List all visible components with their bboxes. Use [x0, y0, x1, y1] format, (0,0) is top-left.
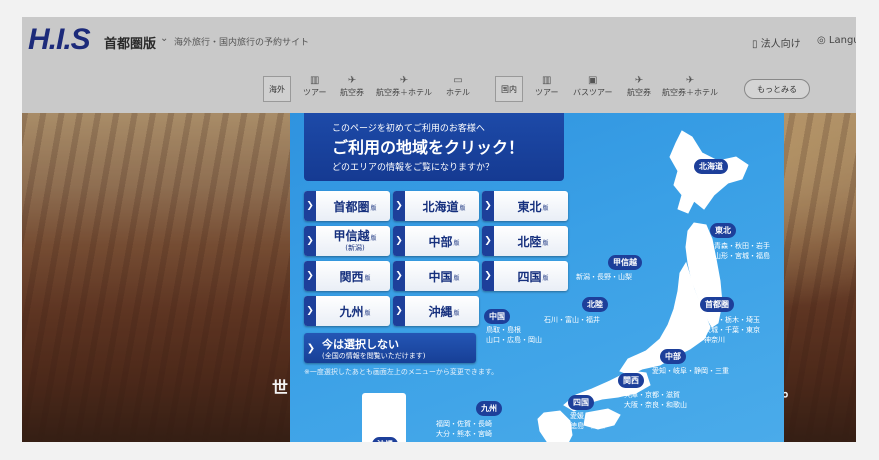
map-prefs-kyushu: 福岡・佐賀・長崎 大分・熊本・宮崎 [436, 420, 492, 438]
hero-caption-right: 。 [782, 381, 799, 400]
modal-title: ご利用の地域をクリック！ [332, 138, 525, 157]
okinawa-inset [362, 393, 406, 442]
change-note: ※一度選択したあとも画面左上のメニューから変更できます。 [304, 368, 499, 376]
site-tagline: 海外旅行・国内旅行の予約サイト [174, 38, 310, 48]
region-button-chubu[interactable]: ❯ 中部版 [393, 226, 479, 256]
language-link[interactable]: ◎ Langu [817, 35, 856, 46]
bus-icon: ▣ [588, 75, 598, 86]
modal-intro: このページを初めてご利用のお客様へ [332, 124, 485, 134]
chevron-right-icon: ❯ [304, 191, 316, 221]
region-button-okinawa[interactable]: ❯ 沖縄版 [393, 296, 479, 326]
chevron-right-icon: ❯ [482, 226, 494, 256]
skip-selection-button[interactable]: ❯ 今は選択しない (全国の情報を閲覧いただけます) [304, 333, 476, 363]
map-tag-hokuriku[interactable]: 北陸 [582, 297, 608, 312]
map-prefs-koshinetsu: 新潟・長野・山梨 [576, 273, 632, 281]
map-prefs-kansai: 兵庫・京都・滋賀 大阪・奈良・和歌山 [624, 391, 687, 409]
map-prefs-hokuriku: 石川・富山・福井 [544, 316, 600, 324]
plane-hotel-icon: ✈ [399, 75, 409, 86]
chevron-down-icon[interactable]: ⌄ [160, 33, 168, 44]
map-kyushu [537, 410, 573, 442]
globe-icon: ◎ [817, 35, 829, 46]
plane-icon: ✈ [634, 75, 644, 86]
chevron-right-icon: ❯ [393, 191, 405, 221]
map-tag-koshinetsu[interactable]: 甲信越 [608, 255, 642, 270]
nav-domestic-tour[interactable]: ▥ ツアー [535, 75, 559, 98]
map-tag-tohoku[interactable]: 東北 [710, 223, 736, 238]
region-selector[interactable]: 首都圏版 [104, 33, 156, 52]
browser-viewport: H.I.S 首都圏版 ⌄ 海外旅行・国内旅行の予約サイト ▯ 法人向け ◎ La… [22, 17, 856, 442]
region-select-modal: このページを初めてご利用のお客様へ ご利用の地域をクリック！ どのエリアの情報を… [290, 113, 784, 442]
chevron-right-icon: ❯ [304, 296, 316, 326]
nav-overseas-hotel[interactable]: ▭ ホテル [446, 75, 470, 98]
region-button-hokuriku[interactable]: ❯ 北陸版 [482, 226, 568, 256]
region-button-kyushu[interactable]: ❯ 九州版 [304, 296, 390, 326]
chevron-right-icon: ❯ [482, 191, 494, 221]
region-button-tohoku[interactable]: ❯ 東北版 [482, 191, 568, 221]
chevron-right-icon: ❯ [306, 342, 316, 354]
chevron-right-icon: ❯ [393, 296, 405, 326]
map-tag-kansai[interactable]: 関西 [618, 373, 644, 388]
map-prefs-tohoku: 青森・秋田・岩手 山形・宮城・福島 [714, 242, 770, 260]
map-prefs-chugoku: 鳥取・島根 山口・広島・岡山 [486, 326, 542, 344]
nav-domestic-label: 国内 [495, 76, 523, 102]
map-prefs-shutoken: 群馬・栃木・埼玉 茨城・千葉・東京 神奈川 [704, 316, 760, 344]
modal-question: どのエリアの情報をご覧になりますか？ [332, 163, 495, 173]
suitcase-icon: ▥ [542, 75, 552, 86]
his-logo[interactable]: H.I.S [28, 23, 91, 57]
nav-overseas-tour[interactable]: ▥ ツアー [303, 75, 327, 98]
nav-overseas-air[interactable]: ✈ 航空券 [340, 75, 364, 98]
region-button-kansai[interactable]: ❯ 関西版 [304, 261, 390, 291]
hero-caption-left: 世 [272, 378, 289, 397]
nav-domestic-air-hotel[interactable]: ✈ 航空券＋ホテル [662, 75, 718, 98]
chevron-right-icon: ❯ [304, 226, 316, 256]
map-tag-chugoku[interactable]: 中国 [484, 309, 510, 324]
map-tag-kyushu[interactable]: 九州 [476, 401, 502, 416]
map-tag-okinawa[interactable]: 沖縄 [372, 437, 398, 442]
nav-overseas-air-hotel[interactable]: ✈ 航空券＋ホテル [376, 75, 432, 98]
region-button-shikoku[interactable]: ❯ 四国版 [482, 261, 568, 291]
more-button[interactable]: もっとみる [744, 79, 810, 99]
region-button-chugoku[interactable]: ❯ 中国版 [393, 261, 479, 291]
map-tag-hokkaido[interactable]: 北海道 [694, 159, 728, 174]
map-tag-shikoku[interactable]: 四国 [568, 395, 594, 410]
suitcase-icon: ▥ [310, 75, 320, 86]
region-button-shutoken[interactable]: ❯ 首都圏版 [304, 191, 390, 221]
modal-heading: このページを初めてご利用のお客様へ ご利用の地域をクリック！ どのエリアの情報を… [304, 113, 564, 181]
map-prefs-shikoku: 愛媛・香川 徳島・高知 [570, 412, 605, 430]
map-tag-shutoken[interactable]: 首都圏 [700, 297, 734, 312]
region-button-hokkaido[interactable]: ❯ 北海道版 [393, 191, 479, 221]
site-header: H.I.S 首都圏版 ⌄ 海外旅行・国内旅行の予約サイト ▯ 法人向け ◎ La… [22, 17, 856, 113]
region-button-koshinetsu[interactable]: ❯ 甲信越版 (新潟) [304, 226, 390, 256]
bed-icon: ▭ [453, 75, 463, 86]
corporate-link[interactable]: ▯ 法人向け [752, 35, 801, 50]
plane-icon: ✈ [347, 75, 357, 86]
chevron-right-icon: ❯ [482, 261, 494, 291]
chevron-right-icon: ❯ [304, 261, 316, 291]
nav-overseas-label: 海外 [263, 76, 291, 102]
chart-icon: ▯ [752, 39, 761, 50]
chevron-right-icon: ❯ [393, 226, 405, 256]
nav-domestic-bus[interactable]: ▣ バスツアー [573, 75, 613, 98]
nav-domestic-air[interactable]: ✈ 航空券 [627, 75, 651, 98]
map-prefs-chubu: 愛知・岐阜・静岡・三重 [652, 367, 729, 375]
map-tag-chubu[interactable]: 中部 [660, 349, 686, 364]
plane-hotel-icon: ✈ [685, 75, 695, 86]
chevron-right-icon: ❯ [393, 261, 405, 291]
